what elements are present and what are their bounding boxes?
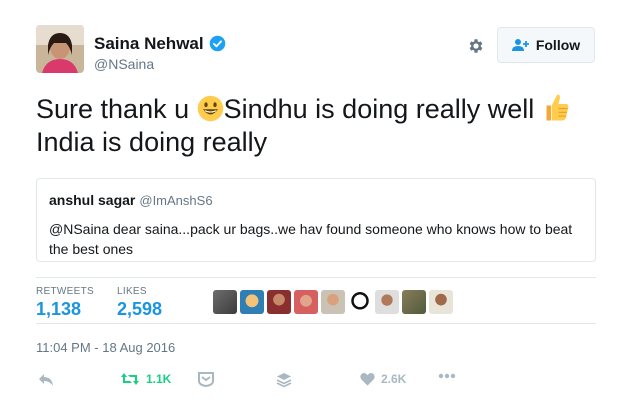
reply-icon: [39, 374, 53, 386]
user-handle[interactable]: @NSaina: [94, 56, 154, 72]
retweets-label: RETWEETS: [36, 286, 94, 297]
stack-icon: [276, 373, 292, 388]
like-count: 2.6K: [381, 372, 407, 386]
retweets-count: 1,138: [36, 299, 82, 319]
retweets-stat[interactable]: RETWEETS 1,138: [36, 286, 94, 320]
liker-avatar[interactable]: [429, 290, 453, 314]
stack-button[interactable]: [276, 372, 292, 388]
liker-avatar[interactable]: [267, 290, 291, 314]
liker-avatar[interactable]: [294, 290, 318, 314]
display-name[interactable]: Saina Nehwal: [94, 34, 226, 54]
like-button[interactable]: 2.6K: [360, 372, 406, 386]
tweet-text-part1: Sure thank u: [36, 94, 197, 124]
liker-avatar[interactable]: [348, 290, 372, 314]
liker-avatar[interactable]: [240, 290, 264, 314]
more-icon: [438, 373, 456, 379]
tweet-text: Sure thank u Sindhu is doing really well…: [36, 92, 596, 159]
retweet-icon: [121, 373, 139, 385]
verified-badge-icon: [209, 35, 225, 52]
tweet-timestamp[interactable]: 11:04 PM - 18 Aug 2016: [36, 340, 175, 355]
heart-icon: [360, 373, 375, 386]
dm-button[interactable]: [198, 372, 214, 387]
thumbs-up-emoji-icon: [546, 94, 569, 121]
tweet-actions: 1.1K 2.6K: [0, 371, 626, 391]
divider-top: [36, 277, 596, 278]
tweet-text-part3: India is doing really: [36, 127, 268, 157]
avatar[interactable]: [36, 25, 84, 73]
liker-avatar[interactable]: [375, 290, 399, 314]
retweet-count: 1.1K: [146, 372, 172, 386]
likes-stat[interactable]: LIKES 2,598: [117, 286, 162, 320]
add-user-icon: [511, 39, 529, 51]
liker-avatar[interactable]: [402, 290, 426, 314]
reply-button[interactable]: [38, 373, 54, 387]
liker-avatars: [213, 290, 453, 314]
tweet-text-part2: Sindhu is doing really well: [223, 94, 542, 124]
quoted-author-name: anshul sagar: [49, 192, 136, 208]
quoted-author-handle: @ImAnshS6: [139, 193, 213, 208]
smiling-face-emoji-icon: [197, 95, 223, 122]
liker-avatar[interactable]: [321, 290, 345, 314]
retweet-button[interactable]: 1.1K: [120, 372, 171, 386]
gear-icon[interactable]: [467, 37, 485, 55]
more-button[interactable]: [438, 373, 456, 379]
quoted-tweet[interactable]: anshul sagar @ImAnshS6 @NSaina dear saina…: [36, 178, 596, 262]
follow-button[interactable]: Follow: [497, 27, 595, 63]
liker-avatar[interactable]: [213, 290, 237, 314]
shield-message-icon: [198, 372, 214, 387]
quoted-author: anshul sagar @ImAnshS6: [49, 192, 213, 208]
divider-bottom: [36, 323, 596, 324]
follow-label: Follow: [535, 37, 581, 53]
likes-count: 2,598: [117, 299, 163, 319]
likes-label: LIKES: [117, 286, 147, 297]
quoted-text: @NSaina dear saina...pack ur bags..we ha…: [49, 221, 573, 257]
display-name-text: Saina Nehwal: [94, 34, 204, 53]
